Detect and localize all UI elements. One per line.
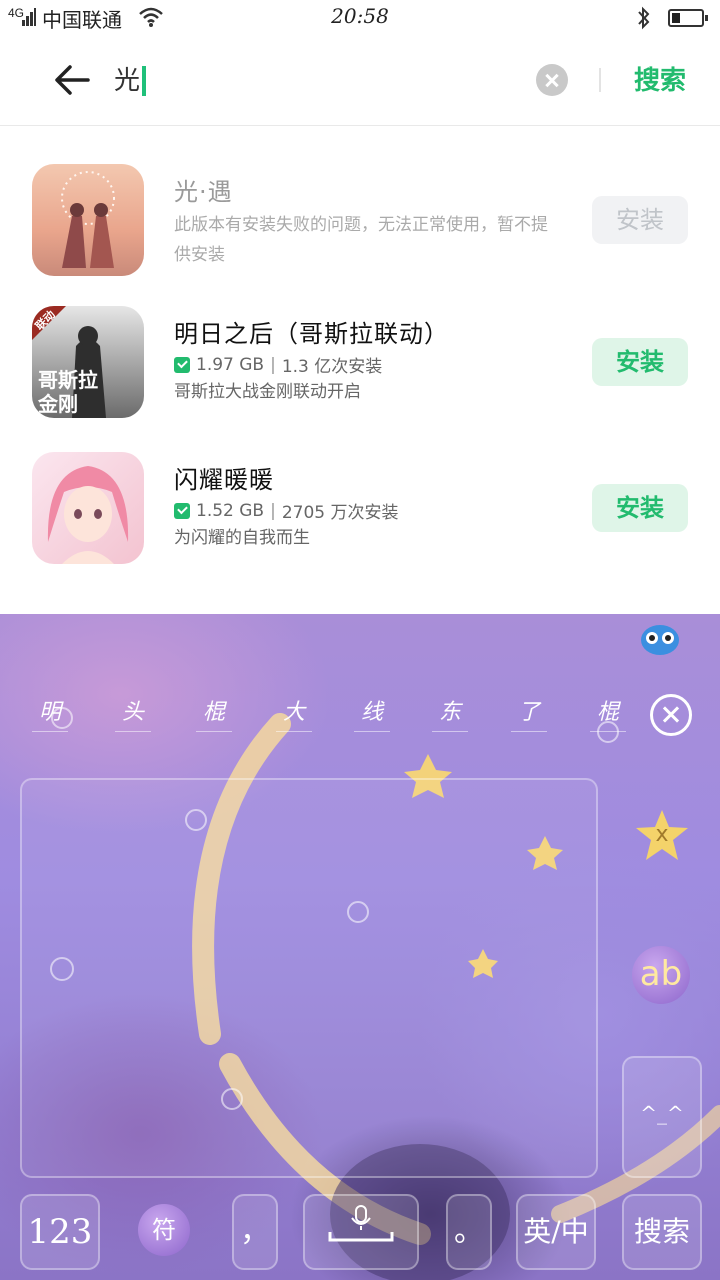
number-key[interactable]: 123 [20, 1194, 100, 1270]
status-bar: 4G 中国联通 20:58 [0, 0, 720, 36]
candidate-word[interactable]: 东 [430, 694, 470, 732]
star-key-label: x [655, 822, 669, 847]
app-description: 哥斯拉大战金刚联动开启 [174, 382, 361, 402]
period-key[interactable]: 。 [446, 1194, 492, 1270]
icon-title-line-2: 金刚 [38, 392, 78, 416]
app-icon-shining-nikki [32, 452, 144, 564]
keyboard-search-key[interactable]: 搜索 [622, 1194, 702, 1270]
app-size: 1.52 GB [196, 500, 265, 521]
app-installs: 1.3 亿次安装 [281, 357, 383, 377]
close-candidates-button[interactable] [650, 694, 692, 736]
app-installs: 2705 万次安装 [281, 503, 399, 523]
meta-separator: | [270, 500, 276, 521]
period-key-label: 。 [454, 1214, 484, 1249]
app-name: 光·遇 [174, 178, 233, 206]
number-key-label: 123 [27, 1212, 93, 1252]
app-meta: 1.97 GB | 1.3 亿次安装 [174, 352, 382, 377]
symbol-key-label: 符 [152, 1216, 176, 1244]
search-button[interactable]: 搜索 [634, 60, 686, 97]
search-bar: 光 搜索 [0, 36, 720, 126]
microphone-icon [328, 1205, 394, 1242]
search-input[interactable]: 光 [114, 60, 140, 97]
comma-key[interactable]: ， [232, 1194, 278, 1270]
candidate-word[interactable]: 线 [352, 694, 392, 732]
language-switch-key[interactable]: 英/中 [516, 1194, 596, 1270]
divider [599, 68, 601, 92]
app-result-item[interactable]: 闪耀暖暖 1.52 GB | 2705 万次安装 为闪耀的自我而生 安装 [0, 452, 720, 572]
ab-key[interactable]: ab [632, 946, 690, 1004]
candidate-word[interactable]: 明 [30, 694, 70, 732]
battery-level [672, 13, 680, 23]
install-button[interactable]: 安装 [592, 484, 688, 532]
app-result-item[interactable]: 光·遇 此版本有安装失败的问题，无法正常使用，暂不提供安装 安装 [0, 164, 720, 284]
star-key[interactable]: x [634, 808, 690, 864]
app-install-note: 此版本有安装失败的问题，无法正常使用，暂不提供安装 [174, 215, 548, 265]
candidate-bar: 明 头 棍 大 线 东 了 棍 [0, 694, 720, 734]
language-switch-label: 英/中 [523, 1215, 589, 1248]
space-key[interactable] [303, 1194, 419, 1270]
handwriting-area[interactable] [20, 778, 598, 1178]
back-arrow-icon[interactable] [52, 62, 92, 98]
app-name: 闪耀暖暖 [174, 466, 274, 494]
install-button-disabled: 安装 [592, 196, 688, 244]
app-icon-sky [32, 164, 144, 276]
verified-shield-icon [174, 502, 190, 519]
emoticon-key[interactable]: ^_^ [622, 1056, 702, 1178]
battery-icon [668, 9, 708, 27]
keyboard-search-label: 搜索 [633, 1215, 690, 1248]
app-size: 1.97 GB [196, 354, 265, 375]
app-description: 为闪耀的自我而生 [174, 528, 310, 548]
app-name: 明日之后（哥斯拉联动） [174, 320, 449, 348]
bluetooth-icon [638, 6, 650, 30]
candidate-word[interactable]: 了 [509, 694, 549, 732]
app-result-item[interactable]: 联动 哥斯拉 金刚 明日之后（哥斯拉联动） 1.97 GB | 1.3 亿次安装… [0, 306, 720, 426]
text-cursor [142, 66, 146, 96]
verified-shield-icon [174, 356, 190, 373]
comma-key-label: ， [240, 1214, 270, 1249]
clock: 20:58 [331, 4, 389, 28]
candidate-word[interactable]: 大 [274, 694, 314, 732]
handwriting-keyboard: 明 头 棍 大 线 东 了 棍 x ab ^_^ 123 符 ， 。 英/中 搜… [0, 614, 720, 1280]
symbol-key[interactable]: 符 [138, 1204, 190, 1256]
ab-key-label: ab [639, 954, 683, 994]
candidate-word[interactable]: 棍 [194, 694, 234, 732]
app-icon-lifeafter: 联动 哥斯拉 金刚 [32, 306, 144, 418]
candidate-word[interactable]: 头 [113, 694, 153, 732]
meta-separator: | [270, 354, 276, 375]
clear-search-button[interactable] [536, 64, 568, 96]
app-meta: 1.52 GB | 2705 万次安装 [174, 498, 399, 523]
keyboard-mascot-icon[interactable] [640, 620, 680, 656]
candidate-word[interactable]: 棍 [588, 694, 628, 732]
install-button[interactable]: 安装 [592, 338, 688, 386]
